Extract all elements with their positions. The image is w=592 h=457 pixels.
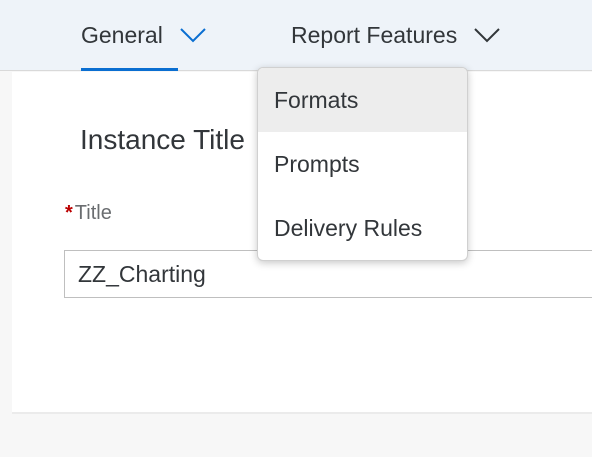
tab-selected-indicator: [81, 68, 178, 71]
tab-general[interactable]: General: [81, 22, 207, 71]
page: General Report Features Instance Title *…: [0, 0, 592, 457]
menu-item-delivery-rules[interactable]: Delivery Rules: [258, 196, 467, 260]
tab-report-features-label: Report Features: [291, 22, 458, 48]
report-features-menu: Formats Prompts Delivery Rules: [257, 67, 468, 261]
title-field-label: * Title: [65, 202, 112, 225]
tab-bar: General Report Features: [0, 0, 592, 71]
tab-general-label: General: [81, 22, 163, 48]
tab-report-features[interactable]: Report Features: [291, 22, 501, 71]
required-marker: *: [65, 202, 73, 224]
section-title: Instance Title: [80, 124, 245, 155]
title-label-text: Title: [74, 202, 112, 224]
footer-divider: [12, 412, 592, 414]
chevron-down-icon: [179, 26, 207, 44]
menu-item-prompts[interactable]: Prompts: [258, 132, 467, 196]
chevron-down-icon: [473, 26, 501, 44]
menu-item-formats[interactable]: Formats: [258, 68, 467, 132]
